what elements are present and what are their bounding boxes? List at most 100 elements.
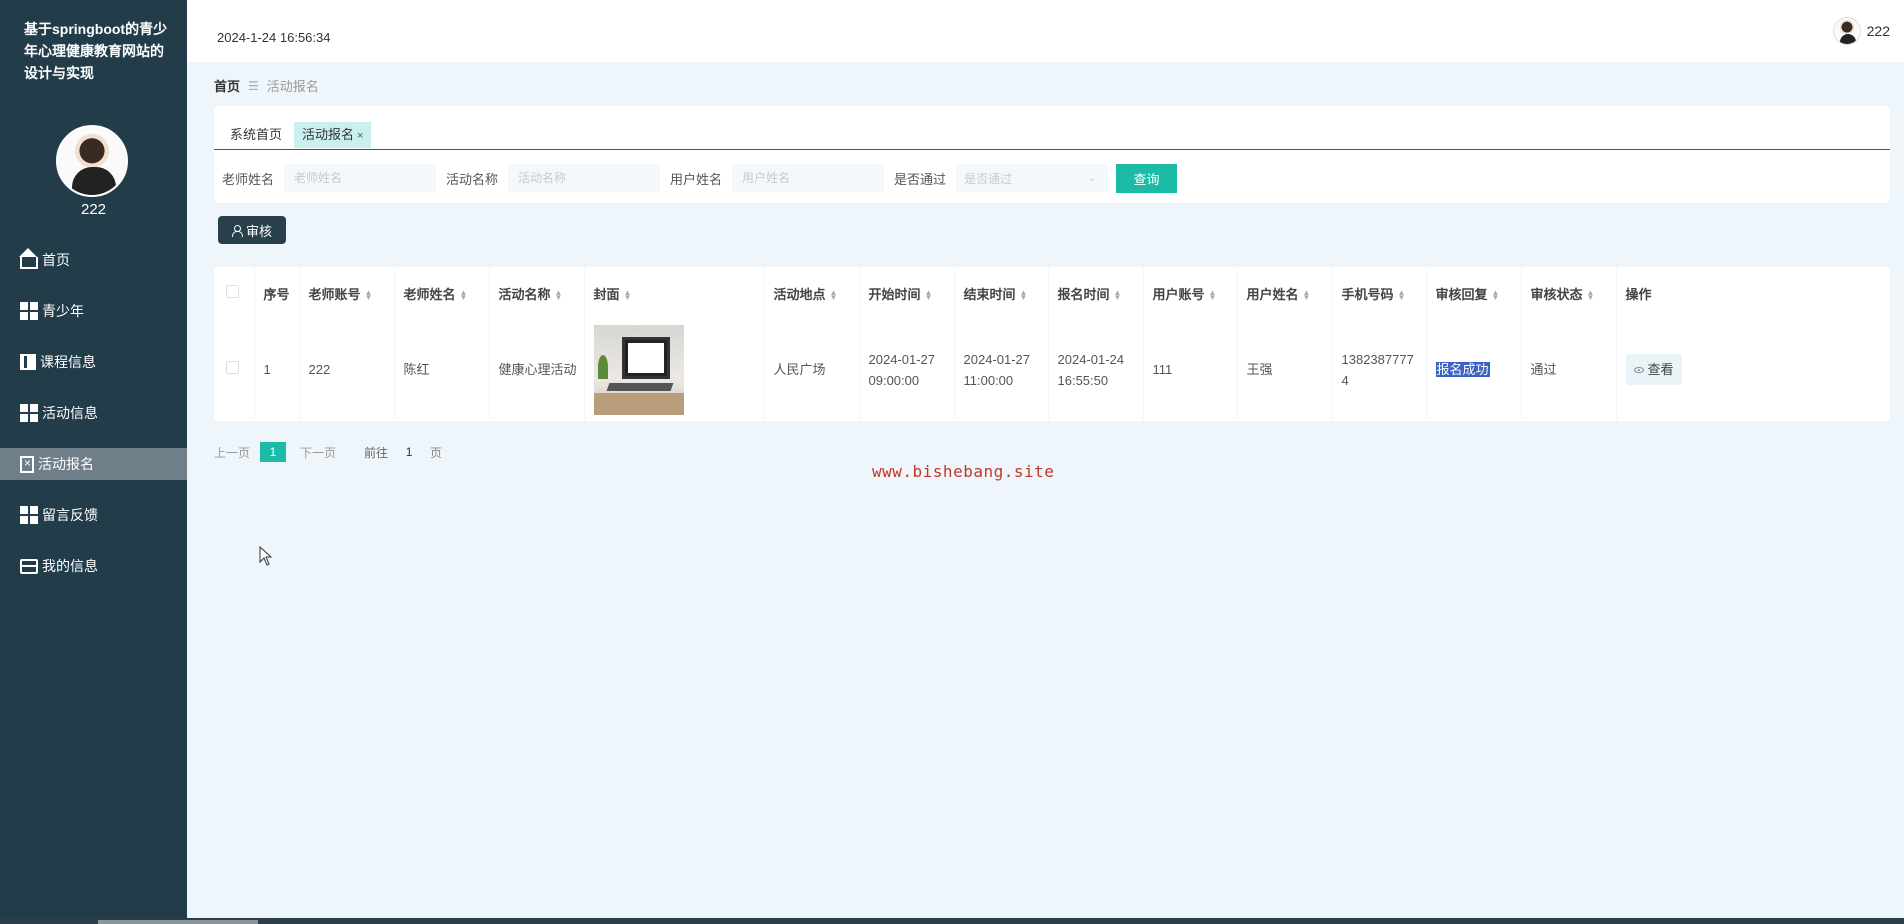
scrollbar-thumb[interactable] [98, 920, 258, 924]
select-all-checkbox[interactable] [226, 285, 239, 298]
review-button-label: 审核 [245, 223, 272, 239]
sidebar-item-my-info[interactable]: 我的信息 [0, 550, 187, 582]
topbar: 2024-1-24 16:56:34 222 [187, 0, 1904, 62]
page-number-current[interactable]: 1 [260, 442, 287, 462]
grid-icon [20, 302, 38, 320]
cell-cover [584, 319, 765, 420]
cell-signup-time: 2024-01-24 16:55:50 [1048, 319, 1144, 420]
review-button[interactable]: 审核 [218, 216, 286, 244]
cover-image[interactable] [593, 324, 684, 415]
col-label: 手机号码 [1341, 286, 1394, 302]
sort-icon[interactable]: ▲ ▼ [624, 289, 632, 302]
signup-table: 序号 老师账号 ▲ ▼ 老师姓名 ▲ ▼ 活动名称 ▲ ▼ 封面 ▲ ▼ 活动地点 ▲ ▼ 开始时间… [214, 267, 1890, 421]
col-label: 用户账号 [1152, 286, 1205, 302]
col-end-time[interactable]: 结束时间 ▲ ▼ [954, 267, 1049, 319]
sort-icon[interactable]: ▲ ▼ [830, 289, 838, 302]
col-label: 报名时间 [1057, 286, 1110, 302]
cell-location: 人民广场 [764, 319, 860, 420]
grid-icon [20, 506, 38, 524]
col-teacher-account[interactable]: 老师账号 ▲ ▼ [299, 267, 395, 319]
cell-activity-name: 健康心理活动 [489, 319, 585, 420]
sidebar-item-youth[interactable]: 青少年 [0, 295, 187, 327]
pagination: 上一页 1 下一页 前往 1 页 [214, 442, 442, 462]
col-start-time[interactable]: 开始时间 ▲ ▼ [859, 267, 955, 319]
col-label: 老师账号 [308, 286, 361, 302]
col-user-account[interactable]: 用户账号 ▲ ▼ [1143, 267, 1238, 319]
avatar[interactable] [1832, 17, 1861, 45]
teacher-name-label: 老师姓名 [222, 171, 275, 187]
breadcrumb-current: 活动报名 [266, 79, 319, 94]
col-signup-time[interactable]: 报名时间 ▲ ▼ [1048, 267, 1144, 319]
user-name-label: 用户姓名 [670, 171, 723, 187]
sort-icon[interactable]: ▲ ▼ [365, 289, 373, 302]
sidebar-username: 222 [80, 201, 107, 218]
col-activity-name[interactable]: 活动名称 ▲ ▼ [489, 267, 585, 319]
view-button-label: 查看 [1647, 362, 1674, 377]
col-cover[interactable]: 封面 ▲ ▼ [584, 267, 765, 319]
sidebar-item-label: 课程信息 [40, 354, 96, 370]
sidebar-item-home[interactable]: 首页 [0, 244, 187, 276]
col-review-reply[interactable]: 审核回复 ▲ ▼ [1426, 267, 1522, 319]
col-location[interactable]: 活动地点 ▲ ▼ [764, 267, 860, 319]
col-label: 活动地点 [773, 286, 826, 302]
view-button[interactable]: 查看 [1625, 354, 1682, 385]
row-checkbox[interactable] [226, 361, 239, 374]
select-all-checkbox-cell [214, 267, 255, 319]
activity-name-input[interactable] [508, 164, 661, 192]
goto-label: 前往 [364, 445, 389, 460]
sidebar-nav: 首页 青少年 课程信息 活动信息 活动报名 留言反馈 我的信息 [0, 244, 187, 601]
sort-icon[interactable]: ▲ ▼ [1209, 289, 1217, 302]
sidebar-item-label: 活动信息 [42, 405, 98, 421]
book-icon [20, 354, 36, 370]
passed-select[interactable]: 是否通过 ⌄ [956, 164, 1109, 192]
col-label: 老师姓名 [403, 286, 456, 302]
sort-icon[interactable]: ▲ ▼ [1020, 289, 1028, 302]
card-icon [20, 558, 38, 574]
breadcrumb-home[interactable]: 首页 [214, 76, 240, 95]
teacher-name-input[interactable] [284, 164, 437, 192]
prev-page-button[interactable]: 上一页 [214, 444, 250, 461]
tab-home-label: 系统首页 [230, 127, 283, 142]
cell-user-account: 111 [1143, 319, 1238, 420]
query-button[interactable]: 查询 [1116, 163, 1178, 193]
close-icon[interactable]: × [357, 130, 363, 142]
sidebar-item-courses[interactable]: 课程信息 [0, 346, 187, 378]
sort-icon[interactable]: ▲ ▼ [1114, 289, 1122, 302]
row-checkbox-cell [214, 319, 255, 420]
col-user-name[interactable]: 用户姓名 ▲ ▼ [1237, 267, 1333, 319]
col-label: 开始时间 [868, 286, 921, 302]
user-name-input[interactable] [732, 164, 885, 192]
user-icon [231, 224, 243, 237]
sort-icon[interactable]: ▲ ▼ [1492, 289, 1500, 302]
table-header-row: 序号 老师账号 ▲ ▼ 老师姓名 ▲ ▼ 活动名称 ▲ ▼ 封面 ▲ ▼ 活动地点 ▲ ▼ 开始时间… [214, 267, 1830, 319]
horizontal-scrollbar[interactable] [0, 918, 1904, 924]
goto-page-input[interactable]: 1 [396, 445, 422, 459]
tab-home[interactable]: 系统首页 [222, 122, 290, 148]
sort-icon[interactable]: ▲ ▼ [555, 289, 563, 302]
sort-icon[interactable]: ▲ ▼ [460, 289, 468, 302]
passed-select-placeholder: 是否通过 [964, 171, 1013, 186]
page-unit-label: 页 [430, 445, 443, 460]
tab-activity-signup[interactable]: 活动报名 × [294, 122, 372, 148]
cell-review-reply: 报名成功 [1426, 319, 1522, 420]
sidebar-item-label: 我的信息 [42, 558, 98, 574]
col-teacher-name[interactable]: 老师姓名 ▲ ▼ [394, 267, 490, 319]
tab-activity-signup-label: 活动报名 [302, 127, 355, 142]
sidebar-item-feedback[interactable]: 留言反馈 [0, 499, 187, 531]
sort-icon[interactable]: ▲ ▼ [1303, 289, 1311, 302]
user-menu[interactable]: 222 [1832, 17, 1890, 45]
col-actions: 操作 [1625, 286, 1652, 302]
col-phone[interactable]: 手机号码 ▲ ▼ [1332, 267, 1427, 319]
sort-icon[interactable]: ▲ ▼ [1398, 289, 1406, 302]
cell-review-status: 通过 [1521, 319, 1617, 420]
next-page-button[interactable]: 下一页 [300, 444, 336, 461]
cell-actions: 查看 [1616, 319, 1830, 420]
sort-icon[interactable]: ▲ ▼ [1587, 289, 1595, 302]
mouse-cursor-icon [259, 546, 273, 566]
sidebar-item-activity-signup[interactable]: 活动报名 [0, 448, 187, 480]
col-label: 审核回复 [1435, 286, 1488, 302]
sort-icon[interactable]: ▲ ▼ [925, 289, 933, 302]
cell-phone: 13823877774 [1332, 319, 1427, 420]
sidebar-item-activities[interactable]: 活动信息 [0, 397, 187, 429]
col-review-status[interactable]: 审核状态 ▲ ▼ [1521, 267, 1617, 319]
